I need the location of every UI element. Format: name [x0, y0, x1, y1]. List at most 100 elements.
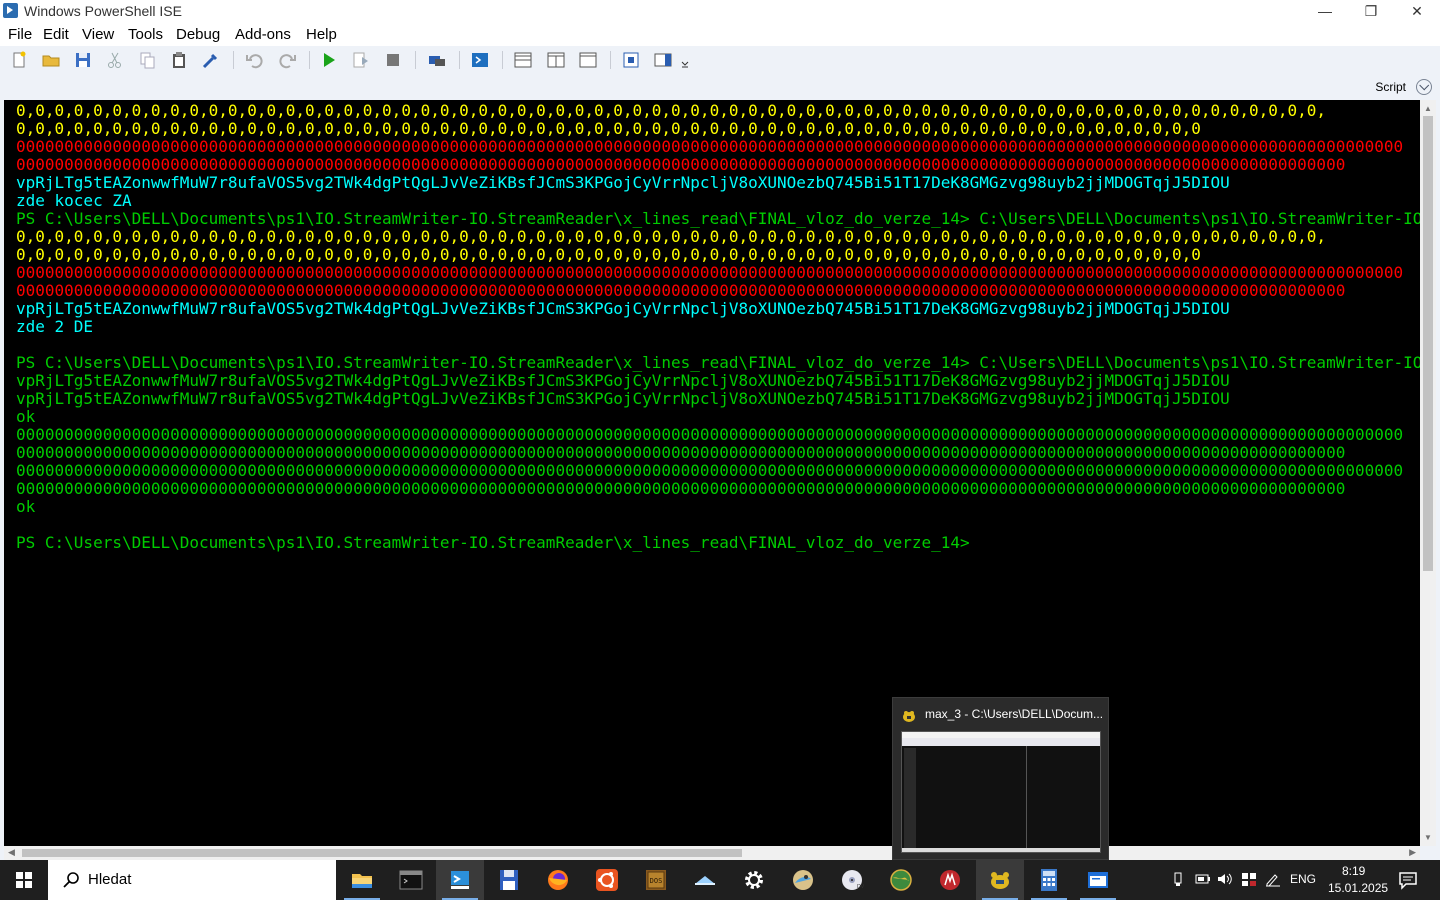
start-powershell-icon[interactable] [470, 50, 490, 70]
cut-icon[interactable] [105, 50, 125, 70]
taskbar-file-explorer[interactable] [338, 860, 386, 900]
console-line: vpRjLTg5tEAZonwwfMuW7r8ufaVOS5vg2TWk4dgP… [16, 299, 1230, 318]
thumbnail-title: max_3 - C:\Users\DELL\Docum... [925, 707, 1104, 721]
taskbar-terminal[interactable] [387, 860, 435, 900]
ubuntu-icon [595, 868, 619, 892]
gimp-icon [791, 868, 815, 892]
volume-icon[interactable] [1216, 871, 1234, 890]
menu-edit[interactable]: Edit [43, 26, 69, 43]
horizontal-scroll-thumb[interactable] [22, 849, 742, 857]
taskbar-settings[interactable] [730, 860, 778, 900]
taskbar-dvd[interactable]: DVD [828, 860, 876, 900]
menu-view[interactable]: View [82, 26, 114, 43]
save-icon[interactable] [73, 50, 93, 70]
redo-icon[interactable] [277, 50, 297, 70]
preview-toolbar [902, 738, 1100, 746]
undo-icon[interactable] [245, 50, 265, 70]
taskbar-thumbnail-popup[interactable]: max_3 - C:\Users\DELL\Docum... [892, 697, 1109, 860]
taskbar-powershell-ise[interactable] [436, 860, 484, 900]
clock-time[interactable]: 8:19 [1342, 864, 1365, 878]
dosbox-icon: DOS [644, 868, 668, 892]
firefox-icon [546, 868, 570, 892]
taskbar-calculator[interactable] [1025, 860, 1073, 900]
svg-text:DOS: DOS [650, 877, 663, 885]
vertical-scroll-thumb[interactable] [1423, 116, 1433, 571]
notifications-icon[interactable] [1398, 870, 1418, 893]
start-button[interactable] [0, 860, 48, 900]
console-line: 0000000000000000000000000000000000000000… [16, 155, 1346, 174]
toolbar [0, 46, 1440, 74]
console-line: 0000000000000000000000000000000000000000… [16, 137, 1404, 156]
console-pane[interactable]: 0,0,0,0,0,0,0,0,0,0,0,0,0,0,0,0,0,0,0,0,… [4, 100, 1420, 846]
script-pane-bar: Script [0, 74, 1440, 100]
paste-icon[interactable] [169, 50, 189, 70]
show-addons-icon[interactable] [653, 50, 673, 70]
toolbar-separator [459, 51, 460, 69]
console-line: PS C:\Users\DELL\Documents\ps1\IO.Stream… [16, 209, 1420, 228]
console-line: zde kocec ZA [16, 191, 132, 210]
globe-icon [889, 868, 913, 892]
title-bar: Windows PowerShell ISE — ❐ ✕ [0, 0, 1440, 22]
taskbar-cloud-drive[interactable] [681, 860, 729, 900]
taskbar-search-box[interactable]: Hledat [48, 860, 336, 900]
layout-max-icon[interactable] [578, 50, 598, 70]
scroll-right-icon[interactable]: ▶ [1409, 847, 1416, 858]
scroll-left-icon[interactable]: ◀ [8, 847, 15, 858]
taskbar-window-app[interactable] [1074, 860, 1122, 900]
layout-top-icon[interactable] [513, 50, 533, 70]
scroll-up-icon[interactable]: ▲ [1424, 104, 1432, 113]
powershell-ise-icon [448, 868, 472, 892]
menu-file[interactable]: File [8, 26, 32, 43]
remote-tab-icon[interactable] [427, 50, 447, 70]
taskbar-dosbox[interactable]: DOS [632, 860, 680, 900]
clock-date[interactable]: 15.01.2025 [1328, 881, 1388, 895]
taskbar-firefox[interactable] [534, 860, 582, 900]
pen-workspace-icon[interactable] [1264, 871, 1282, 890]
taskbar-globe-app[interactable] [877, 860, 925, 900]
taskbar-ubuntu[interactable] [583, 860, 631, 900]
vertical-scrollbar[interactable]: ▲ ▼ [1420, 100, 1436, 846]
scroll-down-icon[interactable]: ▼ [1424, 833, 1432, 842]
svg-text:DVD: DVD [857, 884, 864, 890]
toolbar-separator [502, 51, 503, 69]
taskbar-gimp[interactable] [779, 860, 827, 900]
menu-debug[interactable]: Debug [176, 26, 220, 43]
script-toggle-label[interactable]: Script [1375, 80, 1406, 94]
chevron-down-icon[interactable] [1416, 79, 1432, 95]
thumbnail-preview[interactable] [901, 731, 1101, 853]
clear-icon[interactable] [201, 50, 221, 70]
taskbar-red-app[interactable] [926, 860, 974, 900]
toolbar-separator [610, 51, 611, 69]
stop-icon[interactable] [383, 50, 403, 70]
network-icon[interactable] [1240, 871, 1258, 890]
max-app-icon [988, 868, 1012, 892]
floppy-save-icon [497, 868, 521, 892]
console-line: PS C:\Users\DELL\Documents\ps1\IO.Stream… [16, 353, 1420, 372]
restore-button[interactable]: ❐ [1348, 0, 1394, 22]
usb-icon[interactable] [1170, 871, 1186, 890]
console-line: ok [16, 407, 36, 426]
toolbar-overflow-icon[interactable] [680, 50, 690, 70]
horizontal-scrollbar[interactable]: ◀ ▶ [4, 846, 1420, 860]
language-indicator[interactable]: ENG [1290, 872, 1316, 886]
battery-icon[interactable] [1194, 871, 1212, 890]
copy-icon[interactable] [137, 50, 157, 70]
taskbar-floppy-app[interactable] [485, 860, 533, 900]
toolbar-separator [309, 51, 310, 69]
show-commands-icon[interactable] [621, 50, 641, 70]
layout-right-icon[interactable] [546, 50, 566, 70]
new-file-icon[interactable] [9, 50, 29, 70]
menu-add-ons[interactable]: Add-ons [235, 26, 291, 43]
close-button[interactable]: ✕ [1394, 0, 1440, 22]
window-app-icon [1086, 868, 1110, 892]
run-selection-icon[interactable] [351, 50, 371, 70]
file-explorer-icon [350, 868, 374, 892]
minimize-button[interactable]: — [1302, 0, 1348, 22]
menu-help[interactable]: Help [306, 26, 337, 43]
menu-tools[interactable]: Tools [128, 26, 163, 43]
console-line: vpRjLTg5tEAZonwwfMuW7r8ufaVOS5vg2TWk4dgP… [16, 389, 1230, 408]
open-file-icon[interactable] [41, 50, 61, 70]
taskbar-max-app[interactable] [976, 860, 1024, 900]
console-line: 0,0,0,0,0,0,0,0,0,0,0,0,0,0,0,0,0,0,0,0,… [16, 119, 1201, 138]
run-icon[interactable] [319, 50, 339, 70]
